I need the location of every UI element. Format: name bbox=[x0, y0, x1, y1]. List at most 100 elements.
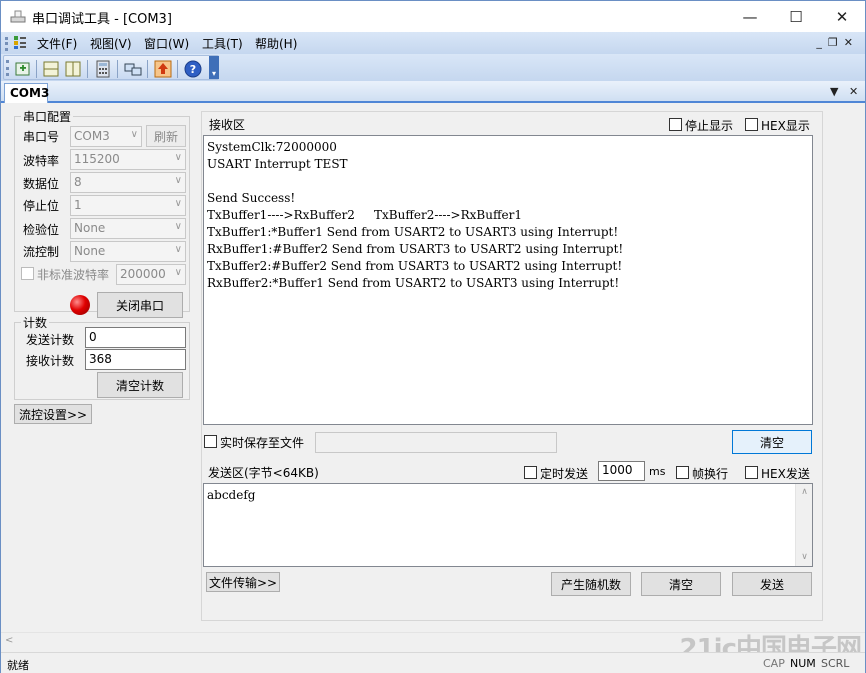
nonstd-baud-label: 非标准波特率 bbox=[37, 268, 110, 282]
chevron-down-icon: ∨ bbox=[174, 152, 182, 163]
scroll-down-icon[interactable]: ∨ bbox=[796, 549, 813, 566]
databits-value: 8 bbox=[74, 175, 82, 189]
chevron-down-icon: ∨ bbox=[174, 175, 182, 186]
receive-area-title: 接收区 bbox=[209, 118, 246, 132]
clear-receive-button[interactable]: 清空 bbox=[732, 430, 812, 454]
num-lock-indicator: NUM bbox=[790, 657, 816, 670]
network-icon[interactable] bbox=[124, 60, 142, 78]
toolbar-separator bbox=[177, 60, 178, 78]
menu-tools[interactable]: 工具(T) bbox=[202, 35, 243, 52]
hex-send-label: HEX发送 bbox=[761, 467, 810, 481]
parity-select[interactable]: None ∨ bbox=[70, 218, 186, 239]
clear-send-button[interactable]: 清空 bbox=[641, 572, 721, 596]
chevron-down-icon: ∨ bbox=[174, 221, 182, 232]
timed-send-checkbox[interactable] bbox=[524, 466, 537, 479]
databits-select[interactable]: 8 ∨ bbox=[70, 172, 186, 193]
menu-view[interactable]: 视图(V) bbox=[90, 35, 132, 52]
send-area-title: 发送区(字节<64KB) bbox=[208, 466, 319, 480]
timed-send-label: 定时发送 bbox=[540, 467, 589, 481]
calculator-icon[interactable] bbox=[94, 60, 112, 78]
new-session-icon[interactable] bbox=[14, 60, 32, 78]
mdi-restore-icon[interactable]: ❐ bbox=[828, 36, 844, 49]
serial-config-title: 串口配置 bbox=[21, 108, 74, 125]
file-transfer-button[interactable]: 文件传输>> bbox=[206, 572, 280, 592]
hex-send-checkbox[interactable] bbox=[745, 466, 758, 479]
newline-label: 帧换行 bbox=[692, 467, 729, 481]
mdi-minimize-icon[interactable]: _ bbox=[816, 36, 828, 49]
app-icon bbox=[10, 10, 26, 23]
nonstd-baud-select[interactable]: 200000 ∨ bbox=[116, 264, 186, 285]
receive-line: RxBuffer1:#Buffer2 Send from USART3 to U… bbox=[207, 242, 624, 256]
chevron-down-icon: ∨ bbox=[130, 129, 138, 140]
port-value: COM3 bbox=[74, 129, 110, 143]
databits-label: 数据位 bbox=[23, 177, 60, 191]
help-icon[interactable]: ? bbox=[184, 60, 202, 78]
window-title: 串口调试工具 - [COM3] bbox=[32, 12, 172, 27]
send-button[interactable]: 发送 bbox=[732, 572, 812, 596]
recv-count-label: 接收计数 bbox=[26, 354, 75, 368]
flow-label: 流控制 bbox=[23, 245, 60, 259]
newline-checkbox[interactable] bbox=[676, 466, 689, 479]
client-area: 串口配置 串口号 COM3 ∨ 刷新 波特率 115200 ∨ 数据位 8 ∨ 停止位… bbox=[1, 105, 865, 651]
close-icon[interactable]: ✕ bbox=[819, 1, 865, 32]
toolbar-separator bbox=[117, 60, 118, 78]
send-scrollbar[interactable]: ∧ ∨ bbox=[795, 484, 812, 566]
receive-textarea[interactable]: SystemClk:72000000 USART Interrupt TEST Se… bbox=[203, 135, 813, 425]
menu-help[interactable]: 帮助(H) bbox=[255, 35, 297, 52]
upload-icon[interactable] bbox=[154, 60, 172, 78]
sent-count-label: 发送计数 bbox=[26, 333, 75, 347]
chevron-down-icon: ∨ bbox=[174, 198, 182, 209]
parity-value: None bbox=[74, 221, 106, 235]
clear-counts-button[interactable]: 清空计数 bbox=[97, 372, 183, 398]
menu-file[interactable]: 文件(F) bbox=[37, 35, 77, 52]
menu-bar: 文件(F) 视图(V) 窗口(W) 工具(T) 帮助(H) _❐✕ bbox=[1, 32, 865, 54]
close-port-button[interactable]: 关闭串口 bbox=[97, 292, 183, 318]
stopbits-select[interactable]: 1 ∨ bbox=[70, 195, 186, 216]
toolbar-overflow-icon[interactable]: ▾ bbox=[209, 56, 219, 79]
minimize-icon[interactable]: — bbox=[727, 1, 773, 32]
scroll-lock-indicator: SCRL bbox=[821, 657, 850, 670]
interval-unit: ms bbox=[649, 465, 666, 478]
toolbar-separator bbox=[147, 60, 148, 78]
baud-label: 波特率 bbox=[23, 154, 60, 168]
save-file-path-field[interactable] bbox=[315, 432, 557, 453]
chevron-down-icon: ∨ bbox=[174, 267, 182, 278]
stopbits-label: 停止位 bbox=[23, 199, 60, 213]
refresh-button[interactable]: 刷新 bbox=[146, 125, 186, 147]
receive-line: Send Success! bbox=[207, 191, 296, 205]
tab-com3[interactable]: COM3 bbox=[4, 83, 49, 103]
receive-line: SystemClk:72000000 bbox=[207, 140, 337, 154]
receive-line: TxBuffer1---->RxBuffer2 TxBuffer2---->Rx… bbox=[207, 208, 522, 222]
mdi-close-icon[interactable]: ✕ bbox=[844, 36, 859, 49]
save-to-file-checkbox[interactable] bbox=[204, 435, 217, 448]
nonstd-baud-checkbox[interactable] bbox=[21, 267, 34, 280]
menu-window[interactable]: 窗口(W) bbox=[144, 35, 189, 52]
port-select[interactable]: COM3 ∨ bbox=[70, 126, 142, 147]
interval-field[interactable]: 1000 bbox=[598, 461, 645, 481]
tab-list-icon[interactable]: ▼ bbox=[830, 85, 838, 98]
tab-close-icon[interactable]: ✕ bbox=[849, 85, 858, 98]
port-status-led-icon bbox=[70, 295, 90, 315]
port-label: 串口号 bbox=[23, 130, 60, 144]
stop-display-label: 停止显示 bbox=[685, 119, 734, 133]
scroll-up-icon[interactable]: ∧ bbox=[796, 484, 813, 501]
receive-line: RxBuffer2:*Buffer1 Send from USART2 to U… bbox=[207, 276, 620, 290]
maximize-icon[interactable]: ☐ bbox=[773, 1, 819, 32]
scroll-left-icon[interactable]: < bbox=[5, 635, 13, 646]
split-horizontal-icon[interactable] bbox=[42, 60, 60, 78]
send-textarea[interactable]: abcdefg ∧ ∨ bbox=[203, 483, 813, 567]
random-data-button[interactable]: 产生随机数 bbox=[551, 572, 631, 596]
menu-app-icon bbox=[14, 36, 26, 49]
flow-settings-button[interactable]: 流控设置>> bbox=[14, 404, 92, 424]
chevron-down-icon: ∨ bbox=[174, 244, 182, 255]
stop-display-checkbox[interactable] bbox=[669, 118, 682, 131]
receive-line bbox=[207, 173, 792, 190]
flow-select[interactable]: None ∨ bbox=[70, 241, 186, 262]
hex-display-checkbox[interactable] bbox=[745, 118, 758, 131]
mdi-controls[interactable]: _❐✕ bbox=[816, 36, 859, 49]
split-vertical-icon[interactable] bbox=[64, 60, 82, 78]
toolbar-grip-icon bbox=[6, 60, 9, 76]
baud-select[interactable]: 115200 ∨ bbox=[70, 149, 186, 170]
toolbar: ? ▾ bbox=[1, 54, 865, 81]
toolbar-separator bbox=[87, 60, 88, 78]
